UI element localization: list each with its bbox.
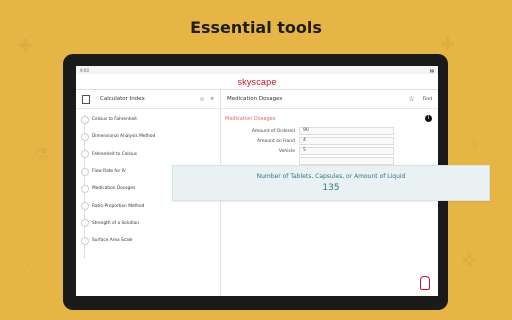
doodle-heart-icon: ♡ (20, 260, 37, 281)
calculator-index-header: Calculator Index ☆ ⌕ (76, 90, 220, 109)
form-row: Vehicle 5 (221, 146, 438, 156)
brand-logo: skyscape (237, 76, 277, 87)
list-dot (81, 167, 89, 176)
info-icon[interactable]: i (425, 115, 432, 122)
result-answer: 135 (322, 183, 340, 193)
doodle-pill-icon: ✚ (18, 36, 34, 57)
list-item[interactable]: Dimensional Analysis Method (76, 128, 220, 145)
star-list-icon[interactable]: ☆ (199, 96, 204, 103)
list-dot (81, 236, 89, 245)
field-label: Vehicle (278, 148, 295, 154)
form-title: Medication Dosages i (221, 109, 438, 124)
list-item[interactable]: Fahrenheit to Celsius (76, 146, 220, 163)
dosage-form: Amount of Ordered 90 Amount on Hand 4 Ve… (221, 126, 438, 166)
form-section-title: Medication Dosages (225, 115, 276, 122)
extra-field[interactable] (299, 157, 394, 165)
battery-icon: ▮▮ (429, 67, 434, 73)
list-item[interactable]: Celsius to Fahrenheit (76, 111, 220, 128)
index-book-icon[interactable] (82, 94, 90, 104)
list-item-label: Dimensional Analysis Method (92, 134, 156, 140)
fingerprint-icon (420, 276, 430, 290)
field-label: Amount of Ordered (251, 128, 295, 134)
status-time: 9:00 (80, 67, 89, 73)
list-dot (81, 184, 89, 193)
headline: Essential tools (190, 18, 322, 37)
star-icon[interactable]: ☆ (408, 95, 414, 103)
list-dot (81, 115, 89, 124)
brand-bar: skyscape (76, 74, 438, 90)
list-dot (81, 132, 89, 141)
medication-dosages-title: Medication Dosages (227, 96, 283, 102)
amount-ordered-field[interactable]: 90 (299, 127, 394, 135)
result-card: Number of Tablets, Capsules, or Amount o… (172, 165, 490, 201)
field-label: Amount on Hand (257, 138, 295, 144)
doodle-bone-icon: ⚕ (470, 135, 480, 156)
amount-on-hand-field[interactable]: 4 (299, 137, 394, 145)
doodle-tooth-icon: ✜ (462, 250, 478, 271)
list-dot (81, 150, 89, 159)
status-bar: 9:00 ▮▮ (76, 66, 438, 74)
list-item-label: Strength of a Solution (92, 220, 139, 226)
search-icon[interactable]: ⌕ (211, 95, 214, 103)
list-dot (81, 219, 89, 228)
find-button[interactable]: Find (423, 97, 432, 102)
list-item-label: Ratio-Proportion Method (92, 203, 145, 209)
doodle-flask-icon: ⚗ (34, 145, 51, 166)
medication-dosages-header: Medication Dosages ☆ Find (221, 90, 438, 109)
list-item-label: Surface Area Scale (92, 238, 133, 244)
list-item-label: Flow Rate for IV (92, 169, 126, 175)
result-question: Number of Tablets, Capsules, or Amount o… (256, 173, 406, 180)
vehicle-field[interactable]: 5 (299, 147, 394, 155)
form-row: Amount on Hand 4 (221, 136, 438, 146)
list-item-label: Medication Dosages (92, 186, 136, 192)
list-dot (81, 202, 89, 211)
list-item[interactable]: Surface Area Scale (76, 232, 220, 249)
list-item-label: Fahrenheit to Celsius (92, 151, 137, 157)
list-item[interactable]: Strength of a Solution (76, 215, 220, 232)
doodle-cross-icon: ✚ (440, 34, 456, 55)
form-row: Amount of Ordered 90 (221, 126, 438, 136)
list-item-label: Celsius to Fahrenheit (92, 117, 137, 123)
calculator-index-title: Calculator Index (100, 96, 145, 102)
